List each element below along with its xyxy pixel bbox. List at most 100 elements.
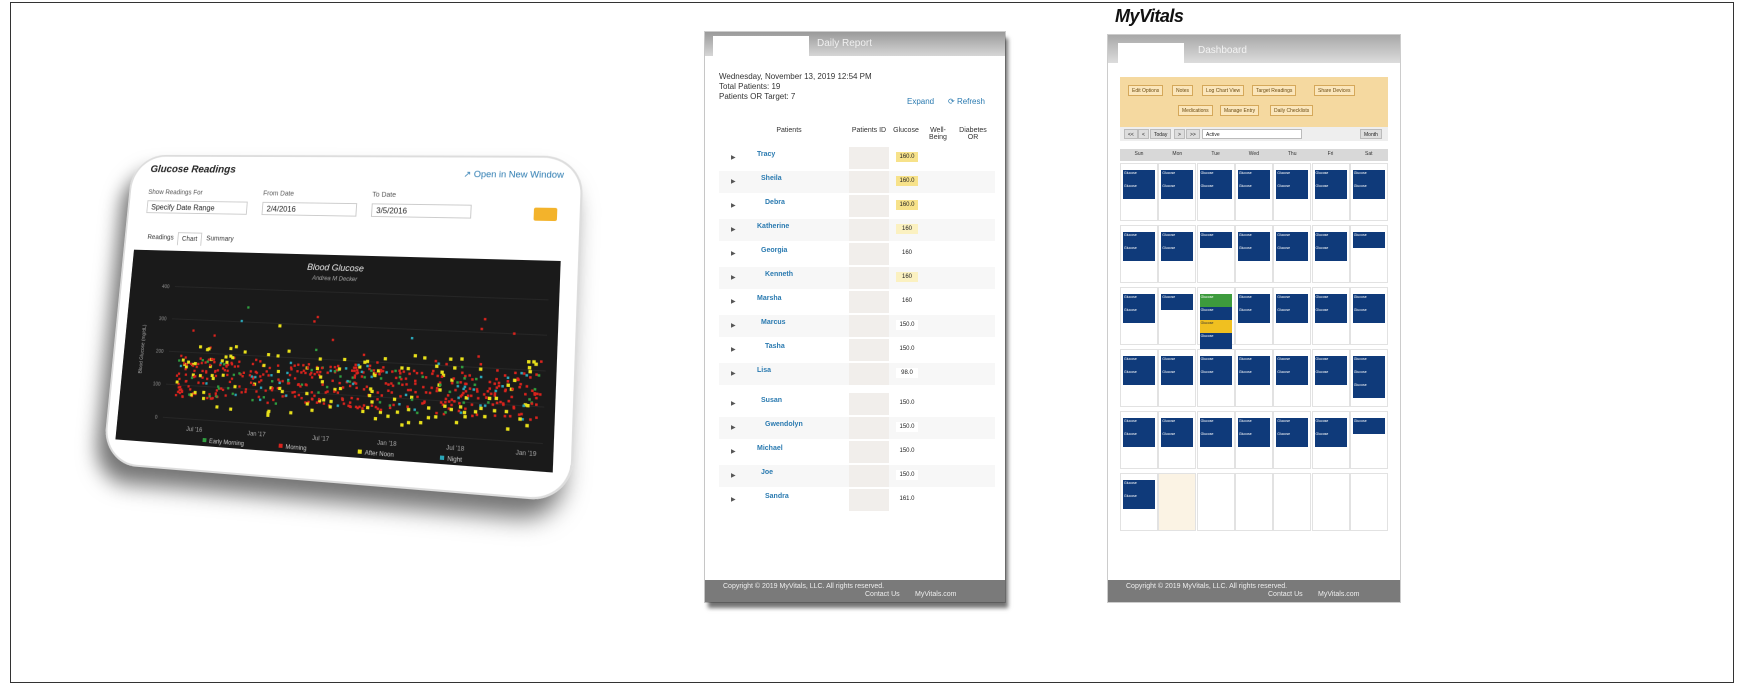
patient-name[interactable]: Marcus <box>761 319 786 326</box>
calendar-day-cell[interactable]: Glucose Glucose <box>1196 411 1235 469</box>
calendar-day-cell[interactable] <box>1158 473 1197 531</box>
calendar-day-cell[interactable]: Glucose Glucose <box>1311 287 1350 345</box>
expand-link[interactable]: Expand <box>907 97 934 106</box>
calendar-day-cell[interactable]: Glucose Glucose <box>1311 349 1350 407</box>
legend-label[interactable]: Early Morning <box>209 439 244 448</box>
calendar-day-cell[interactable]: Glucose Glucose <box>1158 163 1197 221</box>
glucose-event[interactable]: Glucose <box>1161 369 1194 385</box>
expand-icon[interactable]: ▶ <box>731 298 736 305</box>
table-row[interactable]: ▶ Georgia 160 <box>719 243 995 265</box>
patient-name[interactable]: Joe <box>761 469 773 476</box>
footer-contact-link[interactable]: Contact Us <box>1268 591 1303 598</box>
expand-icon[interactable]: ▶ <box>731 274 736 281</box>
today-button[interactable]: Today <box>1150 129 1172 139</box>
calendar-day-cell[interactable]: Glucose Glucose <box>1120 163 1158 221</box>
calendar-day-cell[interactable]: Glucose Glucose <box>1120 349 1158 407</box>
calendar-day-cell[interactable]: Glucose <box>1349 411 1388 469</box>
first-button[interactable]: << <box>1124 129 1138 139</box>
legend-marker[interactable] <box>357 449 362 454</box>
glucose-event[interactable]: Glucose <box>1199 183 1232 199</box>
manage-entry-button[interactable]: Manage Entry <box>1220 105 1260 116</box>
calendar-day-cell[interactable]: Glucose Glucose <box>1273 349 1312 407</box>
footer-site-link[interactable]: MyVitals.com <box>1318 591 1360 598</box>
patient-name[interactable]: Gwendolyn <box>765 421 803 428</box>
glucose-event[interactable]: Glucose <box>1352 183 1385 199</box>
glucose-event[interactable]: Glucose <box>1314 369 1347 385</box>
patient-name[interactable]: Georgia <box>761 247 787 254</box>
calendar-day-cell[interactable]: Glucose Glucose <box>1158 411 1197 469</box>
calendar-day-cell[interactable] <box>1273 473 1312 531</box>
from-date-input[interactable]: 2/4/2016 <box>261 201 358 217</box>
expand-icon[interactable]: ▶ <box>731 400 736 407</box>
table-row[interactable]: ▶ Katherine 160 <box>719 219 995 241</box>
patient-name[interactable]: Sandra <box>765 493 789 500</box>
glucose-event[interactable]: Glucose <box>1199 333 1232 349</box>
calendar-day-cell[interactable]: Glucose Glucose <box>1120 473 1158 531</box>
open-new-window-link[interactable]: ↗ Open in New Window <box>463 169 564 181</box>
patient-name[interactable]: Tracy <box>757 151 775 158</box>
next-button[interactable]: > <box>1174 129 1185 139</box>
legend-marker[interactable] <box>202 437 207 443</box>
patient-name[interactable]: Kenneth <box>765 271 793 278</box>
legend-label[interactable]: Morning <box>285 444 307 452</box>
patient-name[interactable]: Sheila <box>761 175 782 182</box>
calendar-day-cell[interactable]: Glucose Glucose <box>1311 225 1350 283</box>
glucose-event[interactable]: Glucose <box>1123 183 1155 199</box>
legend-marker[interactable] <box>278 443 283 448</box>
calendar-day-cell[interactable]: Glucose <box>1158 287 1197 345</box>
patient-name[interactable]: Marsha <box>757 295 782 302</box>
expand-icon[interactable]: ▶ <box>731 226 736 233</box>
table-row[interactable]: ▶ Susan 150.0 <box>719 393 995 415</box>
glucose-event[interactable]: Glucose <box>1123 493 1155 509</box>
filter-select[interactable]: Active <box>1202 129 1302 139</box>
calendar-day-cell[interactable]: Glucose Glucose <box>1120 287 1158 345</box>
glucose-event[interactable]: Glucose <box>1314 431 1347 447</box>
glucose-event[interactable]: Glucose <box>1237 307 1270 323</box>
calendar-day-cell[interactable]: Glucose Glucose Glucose Glucose <box>1196 287 1235 349</box>
calendar-day-cell[interactable] <box>1234 473 1273 531</box>
last-button[interactable]: >> <box>1186 129 1200 139</box>
calendar-day-cell[interactable]: Glucose <box>1196 225 1235 283</box>
calendar-day-cell[interactable]: Glucose Glucose <box>1234 225 1273 283</box>
calendar-day-cell[interactable]: Glucose Glucose <box>1311 411 1350 469</box>
glucose-event[interactable]: Glucose <box>1237 245 1270 261</box>
glucose-event[interactable]: Glucose <box>1161 183 1194 199</box>
glucose-event[interactable]: Glucose <box>1276 183 1309 199</box>
target-readings-button[interactable]: Target Readings <box>1252 85 1297 96</box>
expand-icon[interactable]: ▶ <box>731 202 736 209</box>
table-row[interactable]: ▶ Joe 150.0 <box>719 465 995 487</box>
calendar-day-cell[interactable]: Glucose Glucose Glucose <box>1349 349 1388 407</box>
calendar-day-cell[interactable]: Glucose Glucose <box>1234 349 1273 407</box>
glucose-event[interactable]: Glucose <box>1276 245 1309 261</box>
expand-icon[interactable]: ▶ <box>731 472 736 479</box>
table-row[interactable]: ▶ Lisa 98.0 <box>719 363 995 385</box>
table-row[interactable]: ▶ Gwendolyn 150.0 <box>719 417 995 439</box>
table-row[interactable]: ▶ Tasha 150.0 <box>719 339 995 361</box>
expand-icon[interactable]: ▶ <box>731 448 736 455</box>
glucose-event[interactable]: Glucose <box>1199 232 1232 248</box>
glucose-event[interactable]: Glucose <box>1314 183 1347 199</box>
expand-icon[interactable]: ▶ <box>731 322 736 329</box>
glucose-event[interactable]: Glucose <box>1352 382 1385 398</box>
patient-name[interactable]: Michael <box>757 445 783 452</box>
legend-marker[interactable] <box>439 455 445 461</box>
glucose-event[interactable]: Glucose <box>1199 369 1232 385</box>
month-button[interactable]: Month <box>1360 129 1382 139</box>
expand-icon[interactable]: ▶ <box>731 250 736 257</box>
tab-readings[interactable]: Readings <box>143 231 177 244</box>
daily-checklists-button[interactable]: Daily Checklists <box>1270 105 1314 116</box>
calendar-day-cell[interactable]: Glucose Glucose <box>1158 349 1197 407</box>
calendar-day-cell[interactable]: Glucose Glucose <box>1120 225 1158 283</box>
table-row[interactable]: ▶ Sandra 161.0 <box>719 489 995 511</box>
expand-icon[interactable]: ▶ <box>731 178 736 185</box>
glucose-event[interactable]: Glucose <box>1123 245 1155 261</box>
glucose-event[interactable]: Glucose <box>1314 245 1347 261</box>
calendar-day-cell[interactable]: Glucose Glucose <box>1234 411 1273 469</box>
calendar-day-cell[interactable]: Glucose Glucose <box>1349 287 1388 345</box>
calendar-day-cell[interactable]: Glucose Glucose <box>1234 287 1273 345</box>
expand-icon[interactable]: ▶ <box>731 154 736 161</box>
patient-name[interactable]: Tasha <box>765 343 785 350</box>
calendar-day-cell[interactable]: Glucose Glucose <box>1311 163 1350 221</box>
table-row[interactable]: ▶ Michael 150.0 <box>719 441 995 463</box>
refresh-link[interactable]: ⟳ Refresh <box>948 97 985 106</box>
